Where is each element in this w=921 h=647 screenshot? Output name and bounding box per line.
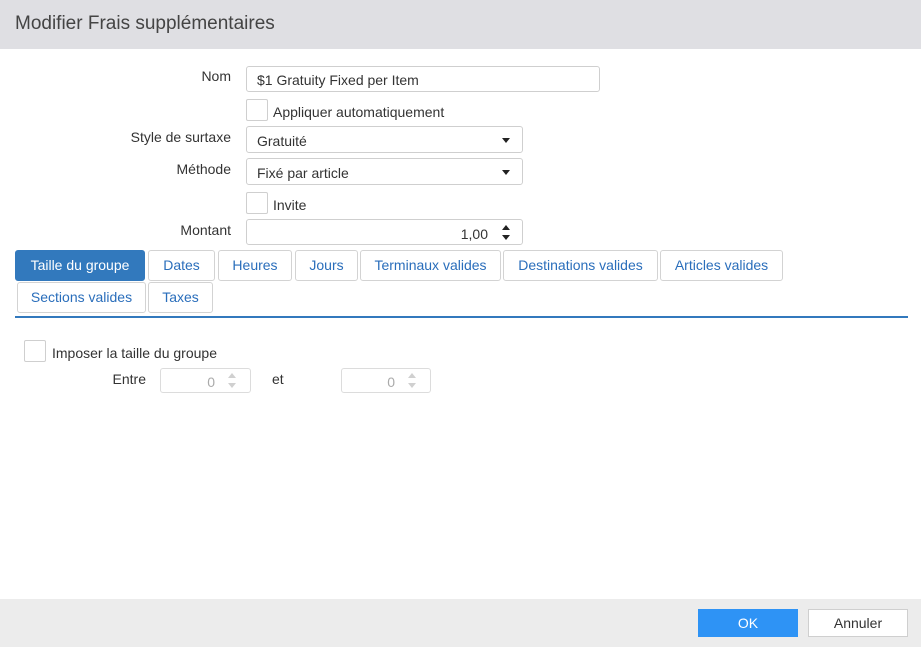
tab-divider bbox=[15, 316, 908, 318]
ok-button[interactable]: OK bbox=[698, 609, 798, 637]
tab-terminaux-valides[interactable]: Terminaux valides bbox=[360, 250, 501, 281]
chevron-down-icon bbox=[502, 138, 510, 143]
dialog-title: Modifier Frais supplémentaires bbox=[15, 13, 275, 34]
montant-stepper[interactable]: 1,00 bbox=[246, 219, 523, 245]
invite-checkbox[interactable] bbox=[246, 192, 268, 214]
tab-sections-valides[interactable]: Sections valides bbox=[17, 282, 146, 313]
tab-dates[interactable]: Dates bbox=[148, 250, 215, 281]
cancel-button[interactable]: Annuler bbox=[808, 609, 908, 637]
max-group-size-stepper[interactable]: 0 bbox=[341, 368, 431, 393]
decrement-arrow-icon[interactable] bbox=[408, 383, 416, 388]
style-value: Gratuité bbox=[257, 133, 307, 149]
tab-taille-du-groupe[interactable]: Taille du groupe bbox=[15, 250, 145, 281]
nom-value: $1 Gratuity Fixed per Item bbox=[257, 72, 419, 88]
enforce-group-size-label: Imposer la taille du groupe bbox=[52, 345, 217, 361]
enforce-group-size-checkbox[interactable] bbox=[24, 340, 46, 362]
dialog-titlebar: Modifier Frais supplémentaires bbox=[0, 0, 921, 49]
tab-taxes[interactable]: Taxes bbox=[148, 282, 213, 313]
between-label: Entre bbox=[112, 371, 146, 387]
min-group-size-value: 0 bbox=[207, 374, 215, 390]
methode-value: Fixé par article bbox=[257, 165, 349, 181]
style-label: Style de surtaxe bbox=[130, 129, 231, 145]
decrement-arrow-icon[interactable] bbox=[228, 383, 236, 388]
increment-arrow-icon[interactable] bbox=[408, 373, 416, 378]
min-group-size-stepper[interactable]: 0 bbox=[160, 368, 251, 393]
auto-apply-checkbox[interactable] bbox=[246, 99, 268, 121]
and-label: et bbox=[272, 371, 284, 387]
tab-articles-valides[interactable]: Articles valides bbox=[660, 250, 783, 281]
montant-value: 1,00 bbox=[460, 226, 488, 242]
tab-heures[interactable]: Heures bbox=[218, 250, 292, 281]
decrement-arrow-icon[interactable] bbox=[502, 235, 510, 240]
increment-arrow-icon[interactable] bbox=[228, 373, 236, 378]
methode-label: Méthode bbox=[176, 161, 231, 177]
chevron-down-icon bbox=[502, 170, 510, 175]
nom-input[interactable]: $1 Gratuity Fixed per Item bbox=[246, 66, 600, 92]
increment-arrow-icon[interactable] bbox=[502, 225, 510, 230]
nom-label: Nom bbox=[201, 68, 231, 84]
tab-destinations-valides[interactable]: Destinations valides bbox=[503, 250, 658, 281]
montant-label: Montant bbox=[180, 222, 231, 238]
auto-apply-label: Appliquer automatiquement bbox=[273, 104, 445, 120]
methode-select[interactable]: Fixé par article bbox=[246, 158, 523, 185]
style-select[interactable]: Gratuité bbox=[246, 126, 523, 153]
max-group-size-value: 0 bbox=[387, 374, 395, 390]
tab-jours[interactable]: Jours bbox=[295, 250, 358, 281]
invite-label: Invite bbox=[273, 197, 307, 213]
